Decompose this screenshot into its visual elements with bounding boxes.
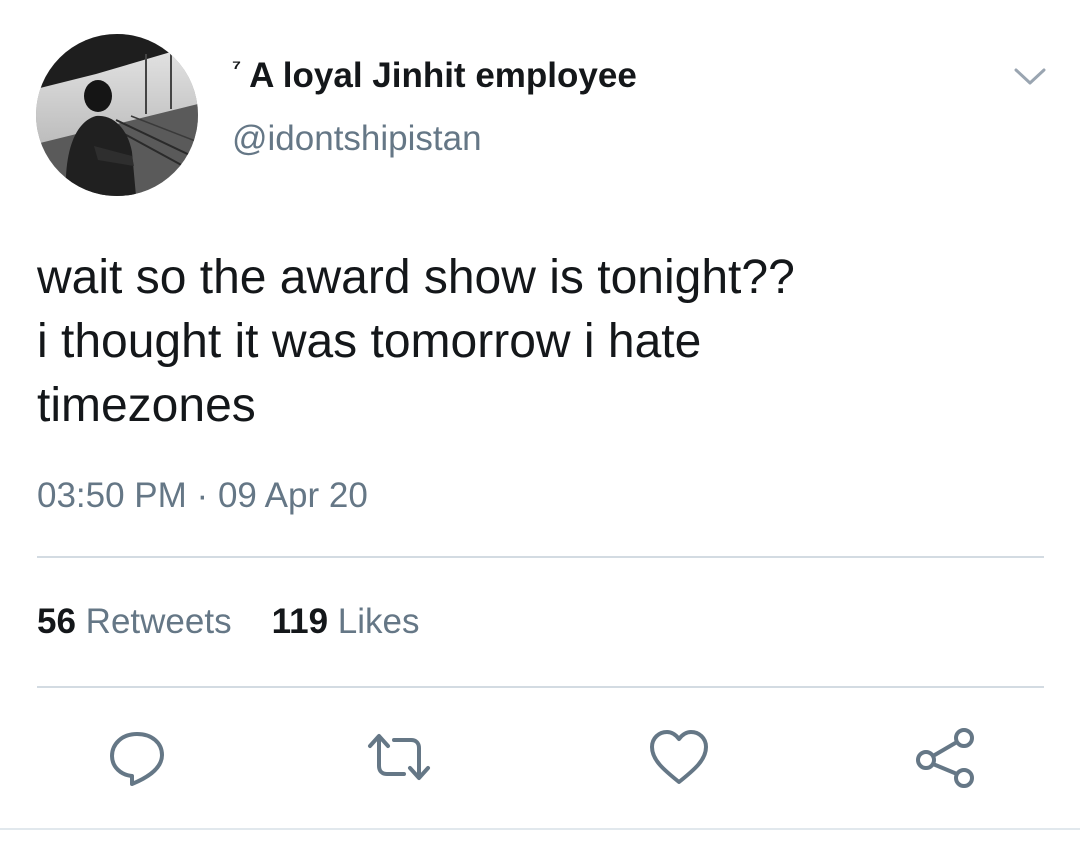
tweet-text: wait so the award show is tonight?? i th… — [37, 251, 795, 432]
avatar[interactable] — [36, 34, 198, 196]
superscript-seven: ⁷ — [232, 55, 242, 80]
likes-label: Likes — [337, 602, 420, 641]
divider — [37, 556, 1044, 558]
likes-stat[interactable]: 119 Likes — [272, 602, 420, 641]
tweet-date: 09 Apr 20 — [217, 476, 368, 515]
tweet-timestamp: 03:50 PM · 09 Apr 20 — [37, 476, 368, 516]
reply-icon — [110, 732, 164, 786]
divider — [37, 686, 1044, 688]
retweets-label: Retweets — [85, 602, 232, 641]
likes-count: 119 — [271, 602, 329, 641]
retweet-button[interactable] — [364, 722, 434, 792]
tweet-stats: 56 Retweets 119 Likes — [37, 602, 420, 642]
avatar-photo — [36, 34, 198, 196]
retweet-icon — [368, 734, 430, 780]
display-name[interactable]: ⁷ A loyal Jinhit employee — [232, 55, 637, 96]
retweets-stat[interactable]: 56 Retweets — [37, 602, 232, 641]
user-handle[interactable]: @idontshipistan — [232, 119, 482, 159]
reply-button[interactable] — [102, 722, 172, 792]
heart-icon — [650, 730, 708, 784]
tweet-time: 03:50 PM — [37, 476, 187, 515]
retweets-count: 56 — [37, 602, 76, 641]
share-icon — [916, 728, 974, 788]
display-name-text: A loyal Jinhit employee — [249, 56, 637, 95]
like-button[interactable] — [644, 722, 714, 792]
share-button[interactable] — [910, 722, 980, 792]
divider — [0, 828, 1080, 830]
timestamp-separator: · — [196, 476, 209, 515]
chevron-down-icon[interactable] — [1010, 62, 1050, 92]
